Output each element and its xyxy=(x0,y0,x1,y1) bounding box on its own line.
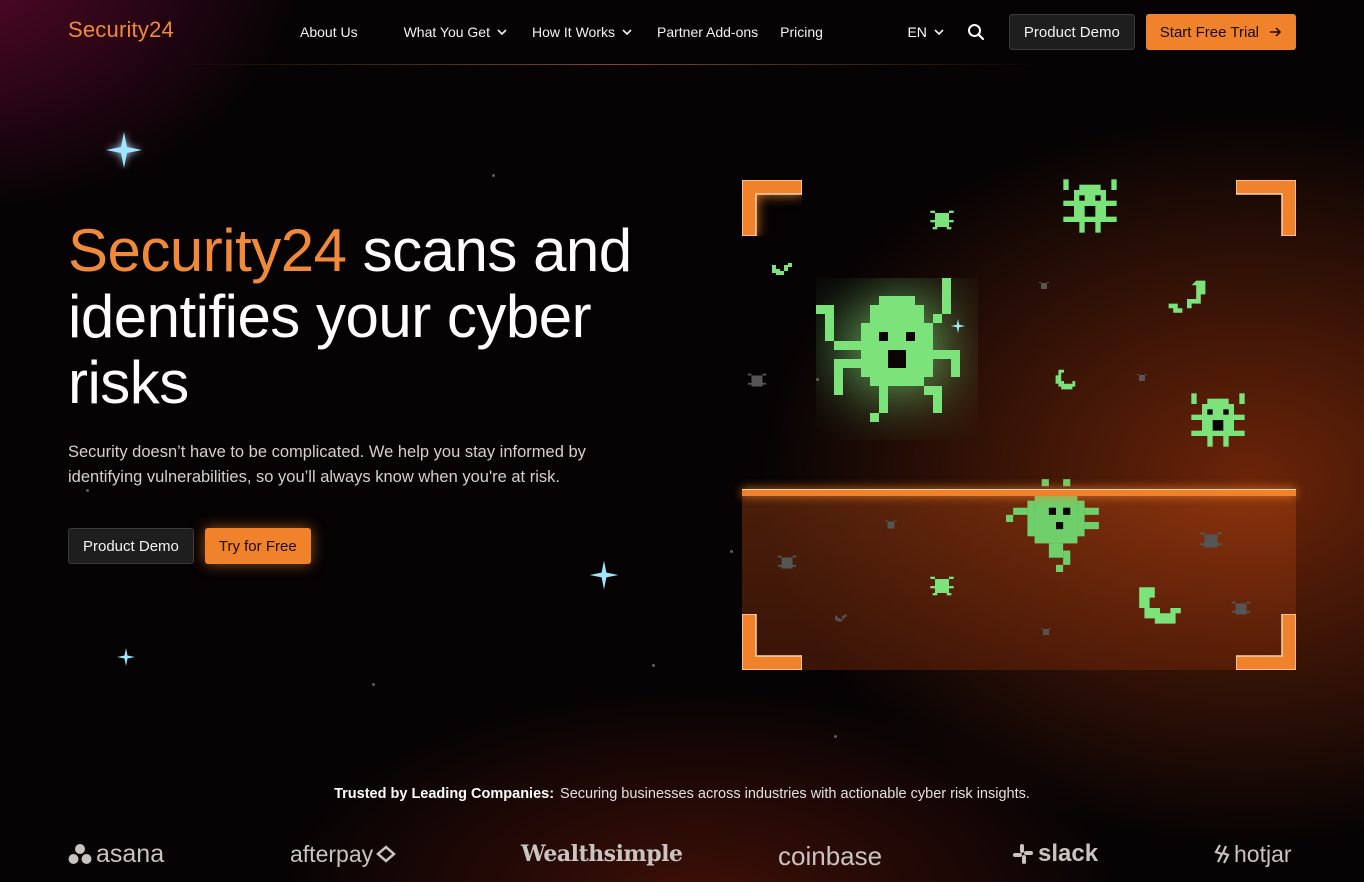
big-bug-icon xyxy=(816,278,960,422)
faint-bug-icon xyxy=(1200,532,1222,548)
button-label: Try for Free xyxy=(218,537,297,555)
hero-title-line1: scans and xyxy=(346,217,633,284)
nav-links: About Us What You Get How It Works Partn… xyxy=(300,24,823,40)
hero-product-demo-button[interactable]: Product Demo xyxy=(68,528,194,564)
sparkle-icon xyxy=(950,318,966,334)
faint-worm-icon xyxy=(835,614,847,622)
chevron-down-icon xyxy=(934,29,944,36)
faint-bug-icon xyxy=(1137,374,1147,381)
company-name: Wealthsimple xyxy=(521,841,683,867)
corner-bracket-icon xyxy=(1236,180,1296,236)
nav-link-label: Pricing xyxy=(780,24,823,40)
nav-link-how-it-works[interactable]: How It Works xyxy=(532,24,633,40)
company-logo-hotjar: hotjar xyxy=(1214,836,1292,872)
afterpay-icon xyxy=(376,845,397,863)
top-navigation: Security24 About Us What You Get How It … xyxy=(0,0,1364,64)
company-logo-slack: slack xyxy=(1012,836,1098,872)
company-name: hotjar xyxy=(1234,840,1292,867)
slack-icon xyxy=(1013,844,1033,864)
hotjar-icon xyxy=(1214,844,1230,864)
nav-link-pricing[interactable]: Pricing xyxy=(780,24,823,40)
faint-bug-icon xyxy=(1231,601,1251,615)
corner-bracket-icon xyxy=(742,614,802,670)
faint-bug-icon xyxy=(885,520,897,529)
brand-logo[interactable]: Security24 xyxy=(68,17,174,43)
bug-icon xyxy=(930,576,954,596)
bug-icon xyxy=(1191,393,1245,447)
hero-title-brand: Security24 xyxy=(68,217,347,284)
chevron-down-icon xyxy=(622,29,632,36)
nav-link-label: Partner Add-ons xyxy=(656,24,759,40)
scanned-bug-icon xyxy=(1006,479,1099,572)
company-logos: asana afterpay Wealthsimple coinbase sla… xyxy=(68,836,1296,876)
faint-bug-icon xyxy=(747,373,767,387)
company-logo-asana: asana xyxy=(68,836,164,872)
faint-bug-icon xyxy=(1041,628,1051,635)
company-name: asana xyxy=(96,839,165,868)
worm-icon xyxy=(1055,369,1076,390)
worm-icon xyxy=(772,263,792,275)
nav-link-about-us[interactable]: About Us xyxy=(300,24,358,40)
search-icon[interactable] xyxy=(967,23,985,41)
asana-icon xyxy=(68,844,92,864)
sparkle-icon xyxy=(117,648,135,666)
chevron-down-icon xyxy=(497,29,507,36)
hero-subtitle: Security doesn’t have to be complicated.… xyxy=(68,443,586,486)
faint-bug-icon xyxy=(1039,282,1049,289)
arrow-right-icon xyxy=(1270,27,1282,37)
try-for-free-button[interactable]: Try for Free xyxy=(204,528,311,564)
worm-icon xyxy=(1168,280,1206,313)
start-free-trial-button[interactable]: Start Free Trial xyxy=(1145,14,1296,50)
scanner-illustration xyxy=(742,179,1296,670)
company-logo-afterpay: afterpay xyxy=(290,836,397,872)
button-label: Start Free Trial xyxy=(1159,23,1259,41)
product-demo-button[interactable]: Product Demo xyxy=(1008,14,1135,50)
sparkle-icon xyxy=(589,560,619,590)
company-logo-coinbase: coinbase xyxy=(778,838,882,874)
nav-link-label: What You Get xyxy=(403,24,490,40)
hero-title-line3: risks xyxy=(68,349,189,416)
trust-text: Securing businesses across industries wi… xyxy=(560,786,1030,802)
nav-actions: EN Product Demo Start Free Trial xyxy=(907,14,1296,50)
star-dot xyxy=(492,174,495,177)
button-label: Product Demo xyxy=(83,537,179,555)
hero-title: Security24 scans and identifies your cyb… xyxy=(68,218,688,416)
nav-link-partner-add-ons[interactable]: Partner Add-ons xyxy=(657,24,758,40)
bug-icon xyxy=(1063,179,1117,233)
bug-icon xyxy=(930,210,954,230)
star-dot xyxy=(372,683,375,686)
star-dot xyxy=(730,550,733,553)
corner-bracket-icon xyxy=(742,180,802,236)
scan-line xyxy=(742,489,1296,496)
language-selector[interactable]: EN xyxy=(907,24,944,40)
nav-link-label: About Us xyxy=(300,24,358,40)
nav-link-what-you-get[interactable]: What You Get xyxy=(404,24,508,40)
worm-icon xyxy=(1139,587,1181,624)
company-name: slack xyxy=(1038,840,1099,867)
sparkle-icon xyxy=(106,132,142,168)
corner-bracket-icon xyxy=(1236,614,1296,670)
button-label: Product Demo xyxy=(1023,23,1120,41)
star-dot xyxy=(652,664,655,667)
company-logo-wealthsimple: Wealthsimple xyxy=(521,836,683,872)
trust-statement: Trusted by Leading Companies: Securing bu… xyxy=(0,786,1364,802)
company-name: afterpay xyxy=(290,840,374,867)
company-name: coinbase xyxy=(778,840,883,871)
nav-link-label: How It Works xyxy=(532,24,615,40)
nav-divider xyxy=(180,64,1040,65)
trust-label: Trusted by Leading Companies: xyxy=(334,786,555,802)
faint-bug-icon xyxy=(777,555,797,569)
star-dot xyxy=(834,735,837,738)
hero-buttons: Product Demo Try for Free xyxy=(68,528,311,564)
language-label: EN xyxy=(907,24,927,40)
hero-title-line2: identifies your cyber xyxy=(68,283,592,350)
